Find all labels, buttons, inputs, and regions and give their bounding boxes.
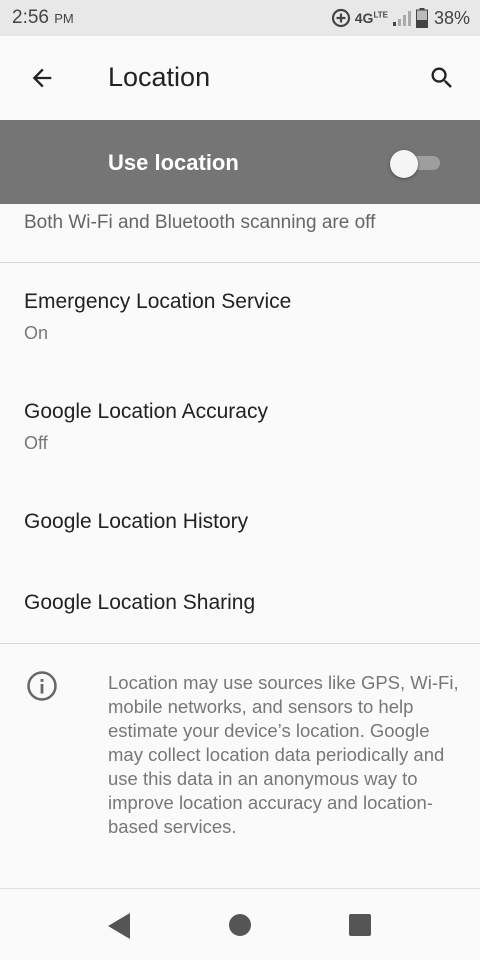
item-summary: On bbox=[24, 323, 49, 343]
divider bbox=[0, 643, 480, 644]
data-saver-icon bbox=[331, 8, 350, 28]
scanning-summary: Both Wi-Fi and Bluetooth scanning are of… bbox=[24, 212, 376, 233]
signal-icon bbox=[392, 11, 411, 26]
back-button[interactable] bbox=[22, 58, 62, 98]
use-location-toggle[interactable] bbox=[388, 150, 442, 178]
arrow-left-icon bbox=[32, 68, 52, 88]
search-button[interactable] bbox=[422, 58, 462, 98]
status-time-value: 2:56 bbox=[12, 7, 49, 28]
list-item-location-history[interactable]: Google Location History bbox=[0, 483, 480, 565]
navigation-bar bbox=[0, 888, 480, 960]
item-title: Google Location Sharing bbox=[24, 591, 256, 614]
item-title: Google Location History bbox=[24, 510, 249, 533]
use-location-label: Use location bbox=[108, 150, 239, 175]
info-icon bbox=[27, 671, 57, 701]
item-title: Emergency Location Service bbox=[24, 290, 292, 313]
location-info-text: Location may use sources like GPS, Wi-Fi… bbox=[108, 672, 459, 837]
item-title: Google Location Accuracy bbox=[24, 400, 268, 423]
status-icons: 4GLTE 38% bbox=[331, 6, 470, 30]
app-bar: Location bbox=[0, 36, 480, 120]
nav-back-icon[interactable] bbox=[108, 913, 130, 939]
network-type-sub: LTE bbox=[373, 10, 388, 20]
toggle-thumb bbox=[390, 150, 418, 178]
page-title: Location bbox=[108, 62, 211, 92]
status-time-suffix: PM bbox=[54, 11, 74, 26]
nav-home-icon[interactable] bbox=[229, 914, 251, 936]
search-icon bbox=[431, 67, 452, 88]
battery-icon bbox=[415, 8, 428, 28]
list-item-emergency-location[interactable]: Emergency Location Service On bbox=[0, 263, 480, 373]
list-item-location-accuracy[interactable]: Google Location Accuracy Off bbox=[0, 373, 480, 483]
list-item-location-sharing[interactable]: Google Location Sharing bbox=[0, 565, 480, 643]
status-time: 2:56 PM bbox=[12, 7, 74, 29]
status-bar: 2:56 PM 4GLTE 38% bbox=[0, 0, 480, 36]
network-type: 4GLTE bbox=[355, 10, 388, 26]
nav-recents-icon[interactable] bbox=[349, 914, 371, 936]
network-type-value: 4G bbox=[354, 10, 374, 26]
battery-percent: 38% bbox=[433, 7, 470, 28]
use-location-row[interactable]: Use location bbox=[0, 120, 480, 204]
item-summary: Off bbox=[24, 433, 48, 453]
